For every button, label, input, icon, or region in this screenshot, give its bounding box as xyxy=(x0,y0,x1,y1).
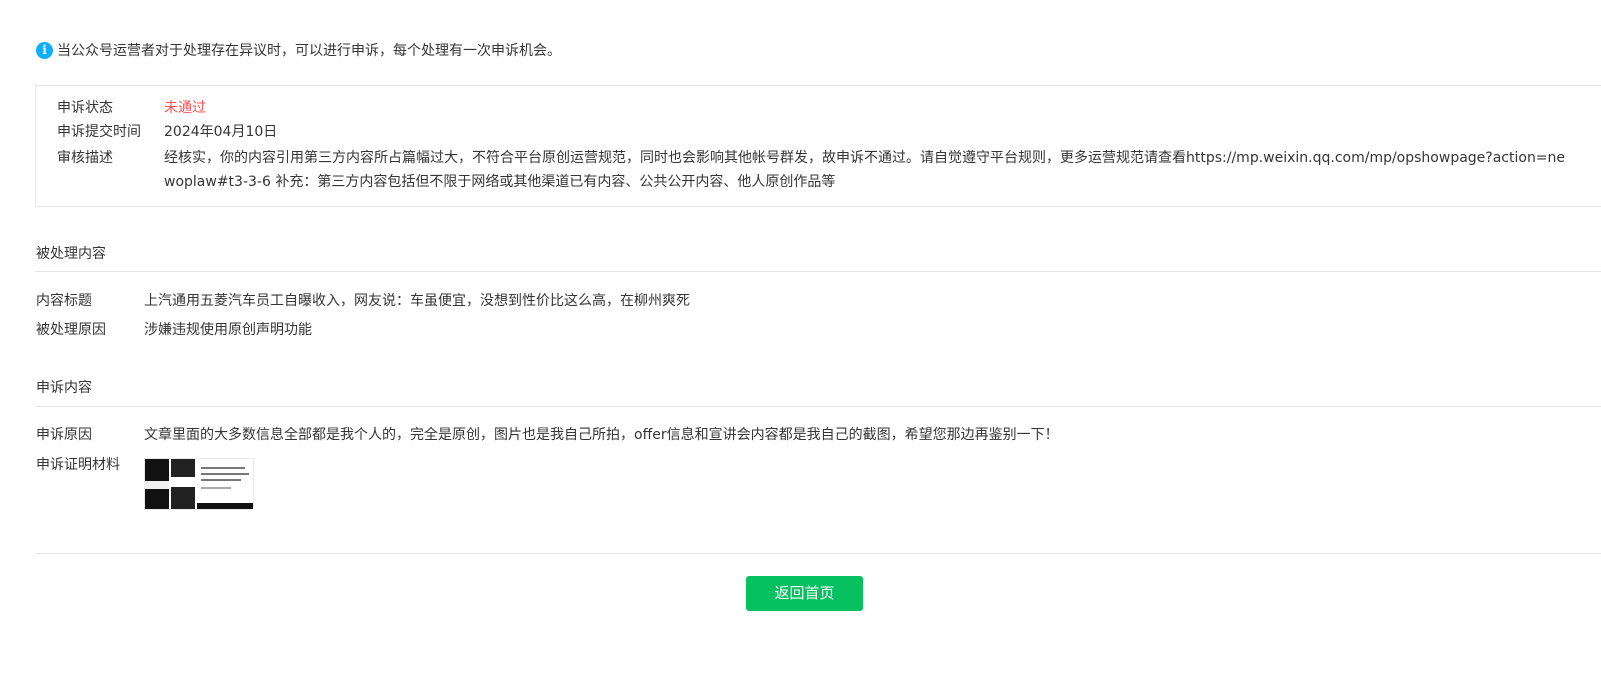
status-label: 申诉状态 xyxy=(57,100,113,116)
content-title-label: 内容标题 xyxy=(36,293,92,309)
back-home-button[interactable]: 返回首页 xyxy=(746,576,863,611)
notice-bar: i 当公众号运营者对于处理存在异议时，可以进行申诉，每个处理有一次申诉机会。 xyxy=(36,40,561,60)
content-title-value: 上汽通用五菱汽车员工自曝收入，网友说：车虽便宜，没想到性价比这么高，在柳州爽死 xyxy=(144,293,690,309)
processed-section-title: 被处理内容 xyxy=(36,246,106,262)
submit-time-label: 申诉提交时间 xyxy=(57,124,141,140)
info-icon: i xyxy=(36,41,53,59)
appeal-reason-label: 申诉原因 xyxy=(36,427,92,443)
review-label: 审核描述 xyxy=(57,150,113,166)
processed-reason-label: 被处理原因 xyxy=(36,322,106,338)
appeal-section-title: 申诉内容 xyxy=(36,380,92,396)
divider xyxy=(35,271,1601,272)
submit-time-value: 2024年04月10日 xyxy=(164,124,278,140)
notice-text: 当公众号运营者对于处理存在异议时，可以进行申诉，每个处理有一次申诉机会。 xyxy=(57,43,561,59)
processed-reason-value: 涉嫌违规使用原创声明功能 xyxy=(144,322,312,338)
appeal-reason-value: 文章里面的大多数信息全部都是我个人的，完全是原创，图片也是我自己所拍，offer… xyxy=(144,427,1059,443)
review-value: 经核实，你的内容引用第三方内容所占篇幅过大，不符合平台原创运营规范，同时也会影响… xyxy=(164,150,1566,190)
appeal-status-panel: 申诉状态 未通过 申诉提交时间 2024年04月10日 审核描述 经核实，你的内… xyxy=(35,85,1601,207)
divider xyxy=(35,553,1601,554)
status-value: 未通过 xyxy=(164,100,206,116)
evidence-thumbnail[interactable] xyxy=(144,458,254,510)
divider xyxy=(35,406,1601,407)
evidence-label: 申诉证明材料 xyxy=(36,457,120,473)
